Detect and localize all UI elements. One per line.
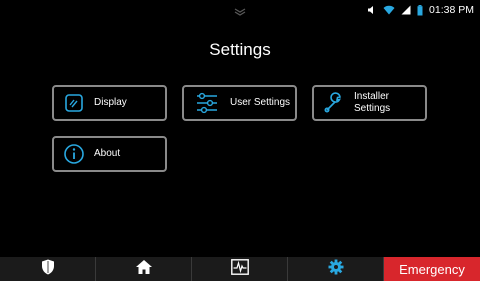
nav-home[interactable] [96, 257, 192, 281]
emergency-button[interactable]: Emergency [384, 257, 480, 281]
volume-icon [367, 5, 377, 15]
about-button[interactable]: About [52, 136, 167, 172]
shield-icon [41, 259, 55, 280]
chevron-down-icon[interactable] [234, 3, 246, 21]
installer-label-line2: Settings [354, 103, 391, 114]
user-settings-button[interactable]: User Settings [182, 85, 297, 121]
about-label: About [94, 148, 121, 159]
page-title: Settings [209, 40, 271, 59]
clock-time: 01:38 PM [429, 4, 474, 16]
installer-label-line1: Installer [354, 91, 390, 102]
wrench-icon [314, 92, 354, 114]
display-icon [54, 93, 94, 113]
battery-icon [417, 4, 423, 16]
display-label: Display [94, 97, 127, 108]
user-settings-label: User Settings [230, 97, 291, 108]
info-icon [54, 143, 94, 165]
gear-icon [328, 259, 344, 280]
installer-settings-label: Installer Settings [354, 91, 390, 115]
nav-security[interactable] [0, 257, 96, 281]
installer-settings-button[interactable]: Installer Settings [312, 85, 427, 121]
display-button[interactable]: Display [52, 85, 167, 121]
nav-activity[interactable] [192, 257, 288, 281]
nav-settings[interactable] [288, 257, 384, 281]
signal-icon [401, 5, 411, 15]
bottom-nav: Emergency [0, 257, 480, 281]
status-bar: 01:38 PM [0, 0, 480, 20]
wifi-icon [383, 5, 395, 15]
activity-icon [230, 258, 249, 280]
status-icons: 01:38 PM [367, 3, 474, 17]
home-icon [135, 259, 153, 280]
sliders-icon [184, 92, 230, 114]
